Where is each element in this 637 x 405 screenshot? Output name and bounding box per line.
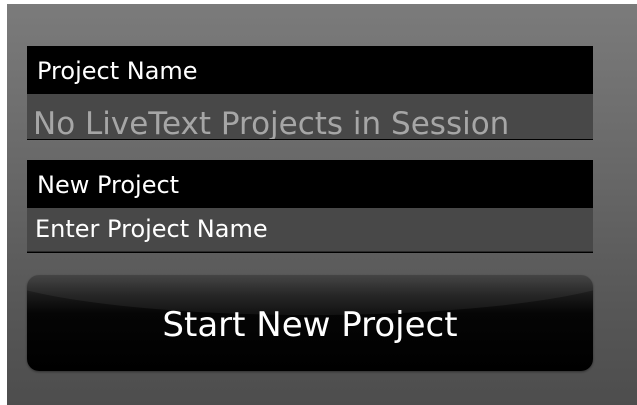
new-project-section: New Project Enter Project Name xyxy=(27,160,593,253)
start-new-project-label: Start New Project xyxy=(162,305,458,345)
project-name-header: Project Name xyxy=(37,57,198,85)
new-project-header: New Project xyxy=(37,171,180,199)
project-list-empty-message[interactable]: No LiveText Projects in Session xyxy=(27,94,593,139)
start-new-project-button[interactable]: Start New Project xyxy=(27,275,593,371)
project-name-input[interactable]: Enter Project Name xyxy=(27,208,593,252)
project-list: Project Name No LiveText Projects in Ses… xyxy=(27,46,593,140)
